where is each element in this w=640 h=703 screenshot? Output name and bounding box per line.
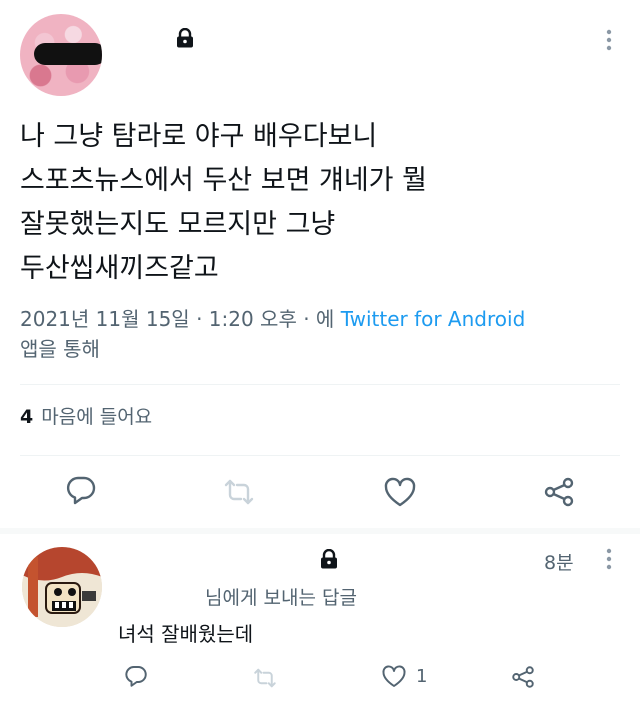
likes-summary[interactable]: 4 마음에 들어요 — [20, 402, 152, 429]
share-icon[interactable] — [543, 476, 575, 508]
share-icon[interactable] — [511, 665, 535, 689]
like-heart-icon[interactable] — [382, 665, 406, 689]
tweet-text-line: 두산씹새끼즈같고 — [20, 253, 219, 284]
redaction-bar — [34, 43, 102, 65]
divider — [20, 384, 620, 385]
likes-count: 4 — [20, 406, 34, 428]
reply-like-count: 1 — [416, 666, 428, 687]
section-divider — [0, 528, 640, 534]
author-avatar[interactable] — [20, 14, 102, 96]
client-link[interactable]: Twitter for Android — [341, 307, 526, 331]
lock-icon — [321, 549, 337, 569]
via-label: 앱을 통해 — [20, 337, 100, 361]
tweet-text-line: 나 그냥 탐라로 야구 배우다보니 — [20, 121, 378, 152]
tweet-timestamp[interactable]: 2021년 11월 15일 · 1:20 오후 · 에 — [20, 307, 334, 331]
retweet-icon[interactable] — [223, 476, 255, 508]
cartoon-avatar-image — [22, 547, 102, 627]
lock-icon — [177, 28, 193, 48]
reply-author-avatar[interactable] — [22, 547, 102, 627]
tweet-meta: 2021년 11월 15일 · 1:20 오후 · 에 Twitter for … — [20, 304, 620, 364]
more-options-icon[interactable] — [606, 29, 612, 51]
divider — [20, 455, 620, 456]
reply-icon[interactable] — [65, 474, 97, 506]
likes-label: 마음에 들어요 — [41, 406, 153, 428]
reply-to-label: 님에게 보내는 답글 — [205, 587, 357, 609]
reply-icon[interactable] — [124, 664, 148, 688]
retweet-icon[interactable] — [253, 666, 277, 690]
tweet-text-line: 스포츠뉴스에서 두산 보면 걔네가 뭘 — [20, 165, 427, 196]
reply-timestamp[interactable]: 8분 — [544, 548, 574, 575]
reply-text: 녀석 잘배웠는데 — [118, 622, 254, 646]
tweet-text: 나 그냥 탐라로 야구 배우다보니 스포츠뉴스에서 두산 보면 걔네가 뭘 잘못… — [20, 115, 620, 291]
more-options-icon[interactable] — [606, 548, 612, 570]
like-heart-icon[interactable] — [384, 477, 416, 509]
tweet-text-line: 잘못했는지도 모르지만 그냥 — [20, 209, 336, 240]
